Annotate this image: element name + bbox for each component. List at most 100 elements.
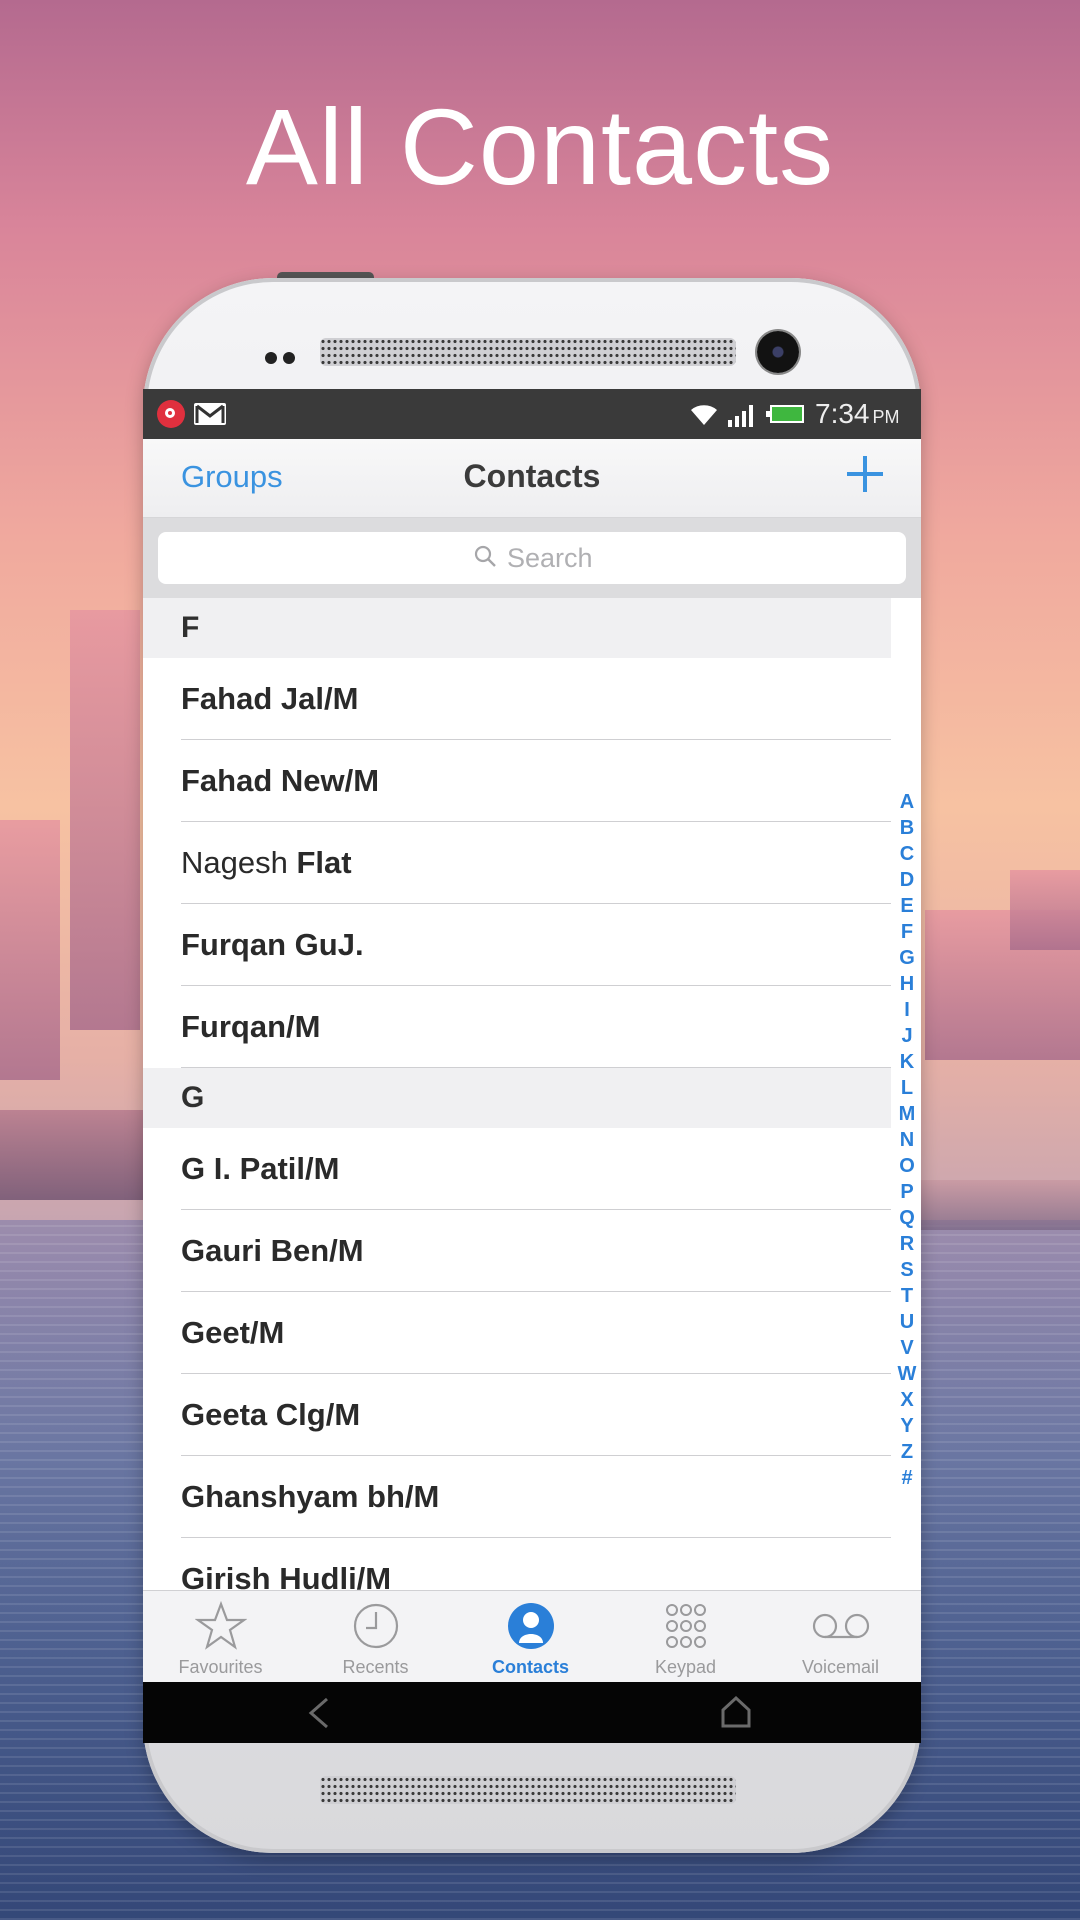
contact-row[interactable]: Nagesh Flat	[143, 822, 921, 904]
contact-first-name: Nagesh	[181, 845, 288, 880]
section-header: G	[143, 1068, 891, 1128]
contact-row[interactable]: Geeta Clg/M	[143, 1374, 921, 1456]
index-letter[interactable]: U	[895, 1309, 919, 1335]
index-letter[interactable]: V	[895, 1335, 919, 1361]
contact-name: Furqan/M	[181, 1009, 321, 1045]
contact-name: G I. Patil/M	[181, 1151, 339, 1187]
add-contact-button[interactable]	[845, 454, 885, 494]
keypad-icon	[666, 1604, 706, 1648]
contact-last-name: Gauri Ben/M	[181, 1233, 364, 1268]
back-icon[interactable]	[303, 1696, 333, 1730]
index-letter[interactable]: G	[895, 945, 919, 971]
background-shore-left	[0, 1110, 150, 1200]
index-letter[interactable]: Y	[895, 1413, 919, 1439]
contact-last-name: G I. Patil/M	[181, 1151, 340, 1186]
contact-row[interactable]: Fahad Jal/M	[143, 658, 921, 740]
contact-last-name: Flat	[296, 845, 352, 880]
index-letter[interactable]: I	[895, 997, 919, 1023]
background-shore	[900, 1180, 1080, 1230]
contact-last-name: Furqan GuJ.	[181, 927, 364, 962]
search-bar: Search	[143, 518, 921, 598]
tab-label: Favourites	[178, 1657, 263, 1677]
contact-name: Geeta Clg/M	[181, 1397, 360, 1433]
index-letter[interactable]: X	[895, 1387, 919, 1413]
index-letter[interactable]: K	[895, 1049, 919, 1075]
index-letter[interactable]: Z	[895, 1439, 919, 1465]
tab-label: Keypad	[654, 1657, 717, 1677]
contact-row[interactable]: Furqan GuJ.	[143, 904, 921, 986]
contact-last-name: Geet/M	[181, 1315, 285, 1350]
top-speaker-grille	[320, 338, 736, 366]
tab-voicemail[interactable]: Voicemail	[763, 1591, 918, 1683]
index-letter[interactable]: Q	[895, 1205, 919, 1231]
contact-row[interactable]: G I. Patil/M	[143, 1128, 921, 1210]
clock-icon	[353, 1603, 399, 1649]
index-letter[interactable]: W	[895, 1361, 919, 1387]
contact-row[interactable]: Geet/M	[143, 1292, 921, 1374]
background-building	[0, 820, 60, 1080]
headline: All Contacts	[245, 86, 835, 207]
front-camera	[757, 331, 799, 373]
index-letter[interactable]: R	[895, 1231, 919, 1257]
index-letter[interactable]: J	[895, 1023, 919, 1049]
index-letter[interactable]: H	[895, 971, 919, 997]
index-letter[interactable]: O	[895, 1153, 919, 1179]
section-header: F	[143, 598, 891, 658]
contact-last-name: Geeta Clg/M	[181, 1397, 361, 1432]
home-icon[interactable]	[719, 1694, 753, 1730]
clock-time: 7:34	[815, 398, 870, 429]
battery-icon	[766, 405, 804, 423]
alphabet-index[interactable]: A B C D E F G H I J K L M N O P Q R S T U V W X Y Z #	[895, 789, 919, 1491]
background-building	[70, 610, 140, 1030]
status-clock: 7:34 PM	[815, 398, 900, 430]
proximity-sensor	[265, 352, 299, 364]
index-letter[interactable]: M	[895, 1101, 919, 1127]
contact-name: Nagesh Flat	[181, 845, 352, 881]
tab-label: Contacts	[491, 1657, 569, 1677]
contact-name: Furqan GuJ.	[181, 927, 364, 963]
tab-label: Recents	[342, 1657, 409, 1677]
tab-contacts[interactable]: Contacts	[453, 1591, 608, 1683]
contact-last-name: Ghanshyam bh/M	[181, 1479, 440, 1514]
tab-keypad[interactable]: Keypad	[608, 1591, 763, 1683]
index-letter[interactable]: D	[895, 867, 919, 893]
phone-screen: 7:34 PM Groups Contacts Search F Fahad Jal…	[143, 389, 921, 1743]
tab-favourites[interactable]: Favourites	[143, 1591, 298, 1683]
contact-name: Gauri Ben/M	[181, 1233, 364, 1269]
search-icon	[474, 545, 496, 567]
gmail-icon	[194, 403, 226, 425]
contacts-list[interactable]: F Fahad Jal/M Fahad New/M Nagesh Flat Furqan…	[143, 598, 921, 1620]
status-bar: 7:34 PM	[143, 389, 921, 439]
index-letter[interactable]: F	[895, 919, 919, 945]
person-icon	[508, 1603, 554, 1649]
tab-label: Voicemail	[801, 1657, 880, 1677]
signal-strength-icon	[727, 403, 757, 432]
tab-recents[interactable]: Recents	[298, 1591, 453, 1683]
index-letter[interactable]: C	[895, 841, 919, 867]
index-letter[interactable]: P	[895, 1179, 919, 1205]
contact-row[interactable]: Gauri Ben/M	[143, 1210, 921, 1292]
bottom-speaker-grille	[320, 1776, 736, 1804]
index-letter[interactable]: N	[895, 1127, 919, 1153]
index-letter[interactable]: #	[895, 1465, 919, 1491]
search-placeholder: Search	[507, 543, 593, 573]
contact-row[interactable]: Ghanshyam bh/M	[143, 1456, 921, 1538]
section-letter: F	[181, 611, 200, 644]
index-letter[interactable]: S	[895, 1257, 919, 1283]
section-letter: G	[181, 1081, 205, 1114]
contact-name: Fahad New/M	[181, 763, 379, 799]
index-letter[interactable]: B	[895, 815, 919, 841]
index-letter[interactable]: T	[895, 1283, 919, 1309]
search-input[interactable]: Search	[158, 532, 906, 584]
contact-row[interactable]: Fahad New/M	[143, 740, 921, 822]
index-letter[interactable]: L	[895, 1075, 919, 1101]
contact-name: Ghanshyam bh/M	[181, 1479, 439, 1515]
beats-audio-icon	[157, 400, 185, 428]
wifi-icon	[689, 401, 719, 432]
navigation-bar: Groups Contacts	[143, 439, 921, 518]
index-letter[interactable]: A	[895, 789, 919, 815]
tab-bar: Favourites Recents Contacts Keypad Voice…	[143, 1590, 921, 1683]
index-letter[interactable]: E	[895, 893, 919, 919]
voicemail-icon	[812, 1613, 870, 1639]
contact-row[interactable]: Furqan/M	[143, 986, 921, 1068]
